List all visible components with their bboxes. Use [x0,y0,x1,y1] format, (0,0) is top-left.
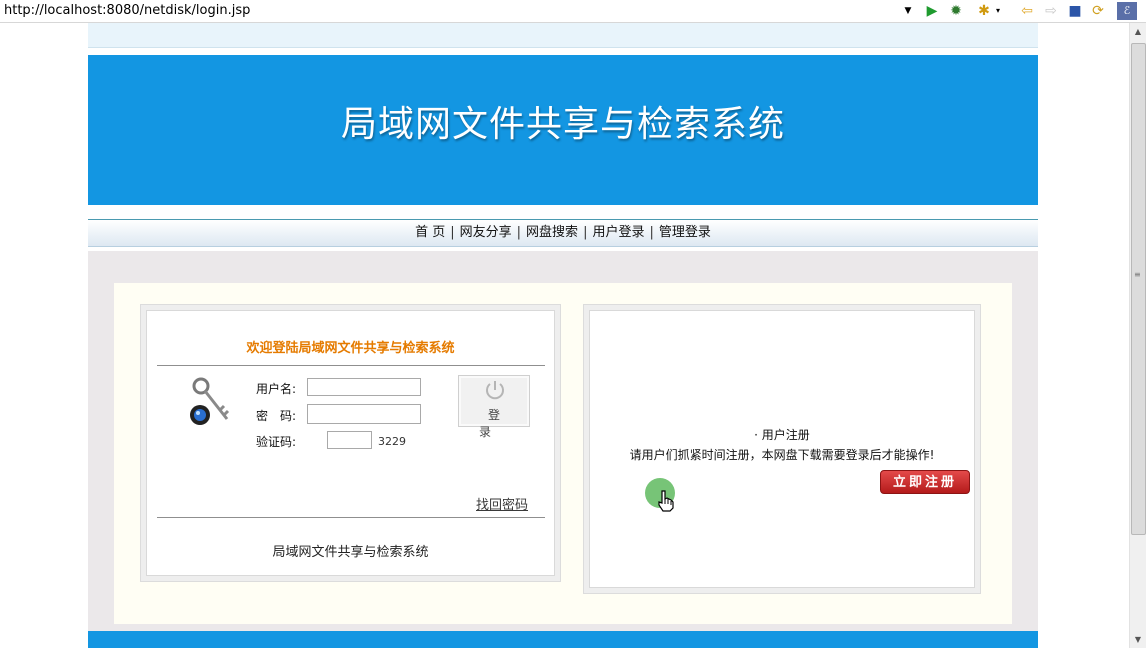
scroll-up-icon[interactable]: ▲ [1130,23,1146,40]
top-strip [88,23,1038,48]
nav-separator: | [450,225,455,240]
grip-icon: ≡ [1134,270,1141,279]
page: 局域网文件共享与检索系统 首 页 | 网友分享 | 网盘搜索 | 用户登录 | 管理登录 欢迎登… [88,23,1038,648]
debug-icon[interactable]: ✹ [947,2,965,20]
run-icon[interactable]: ▶ [923,2,941,20]
divider [157,365,545,366]
vertical-scrollbar[interactable]: ▲ ≡ ▼ [1129,23,1146,648]
password-label: 密 码: [256,409,297,423]
site-title: 局域网文件共享与检索系统 [340,104,785,145]
nav-item-admin-login[interactable]: 管理登录 [654,225,716,240]
login-panel: 欢迎登陆局域网文件共享与检索系统 用户名: 密 码: 验证码: 3229 登录 … [140,304,561,582]
refresh-icon[interactable]: ⟳ [1089,2,1107,20]
login-footer: 局域网文件共享与检索系统 [272,545,429,560]
login-button[interactable]: 登录 [458,375,530,439]
username-label: 用户名: [256,382,297,396]
power-icon [486,381,504,400]
register-box: · 用户注册 请用户们抓紧时间注册，本网盘下载需要登录后才能操作! 立即注册 [589,310,975,588]
username-input[interactable] [307,378,421,396]
chevron-down-icon[interactable]: ▾ [989,2,1007,20]
forgot-password-link[interactable]: 找回密码 [476,494,528,513]
nav-item-search[interactable]: 网盘搜索 [521,225,583,240]
browser-logo-icon[interactable]: ℰ [1117,2,1137,20]
key-icon [190,377,230,425]
scroll-down-icon[interactable]: ▼ [1130,631,1146,648]
footer-banner [88,631,1038,648]
content-area: 欢迎登陆局域网文件共享与检索系统 用户名: 密 码: 验证码: 3229 登录 … [88,251,1038,648]
login-title: 欢迎登陆局域网文件共享与检索系统 [246,341,455,356]
forward-icon[interactable]: ⇨ [1042,2,1060,20]
register-panel: · 用户注册 请用户们抓紧时间注册，本网盘下载需要登录后才能操作! 立即注册 [583,304,981,594]
back-icon[interactable]: ⇦ [1018,2,1036,20]
main-nav: 首 页 | 网友分享 | 网盘搜索 | 用户登录 | 管理登录 [88,219,1038,247]
nav-item-user-login[interactable]: 用户登录 [587,225,649,240]
login-box: 欢迎登陆局域网文件共享与检索系统 用户名: 密 码: 验证码: 3229 登录 … [146,310,555,576]
divider [157,517,545,518]
captcha-label: 验证码: [256,435,297,449]
url-text[interactable]: http://localhost:8080/netdisk/login.jsp [4,3,250,18]
register-notice: 请用户们抓紧时间注册，本网盘下载需要登录后才能操作! [629,448,935,462]
stop-icon[interactable]: ■ [1066,2,1084,20]
password-input[interactable] [307,404,421,424]
hand-cursor-icon [658,490,674,512]
scrollbar-thumb[interactable] [1131,43,1146,535]
captcha-input[interactable] [327,431,372,449]
address-bar[interactable]: http://localhost:8080/netdisk/login.jsp … [0,0,1146,23]
content-inner: 欢迎登陆局域网文件共享与检索系统 用户名: 密 码: 验证码: 3229 登录 … [114,283,1012,624]
login-button-label: 登录 [478,408,518,439]
header-banner: 局域网文件共享与检索系统 [88,55,1038,205]
chevron-down-icon[interactable]: ▼ [901,4,915,18]
nav-item-share[interactable]: 网友分享 [455,225,517,240]
nav-item-home[interactable]: 首 页 [410,225,450,240]
captcha-code[interactable]: 3229 [378,435,406,448]
register-heading: · 用户注册 [754,428,810,442]
register-now-button[interactable]: 立即注册 [880,470,970,494]
